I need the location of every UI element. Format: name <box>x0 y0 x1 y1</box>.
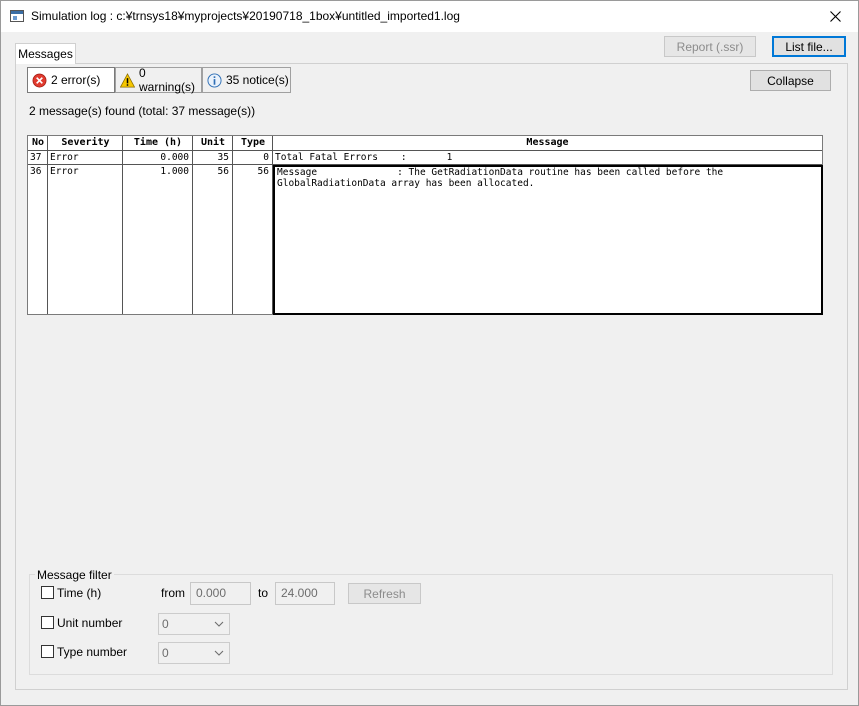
row-severity: Error <box>50 152 79 163</box>
row-no: 37 <box>30 152 42 163</box>
errors-filter-label: 2 error(s) <box>51 73 101 87</box>
notices-filter-label: 35 notice(s) <box>226 73 289 87</box>
row-severity: Error <box>50 166 79 177</box>
time-from-input[interactable]: 0.000 <box>190 582 251 605</box>
type-filter-label[interactable]: Type number <box>57 645 127 659</box>
list-file-button[interactable]: List file... <box>772 36 846 57</box>
messages-table: No Severity Time (h) Unit Type Message 3… <box>27 135 823 315</box>
messages-found-summary: 2 message(s) found (total: 37 message(s)… <box>29 104 256 118</box>
window-title: Simulation log : c:¥trnsys18¥myprojects¥… <box>31 9 460 23</box>
message-filter-legend: Message filter <box>35 568 114 582</box>
close-icon <box>829 11 841 22</box>
row-unit: 56 <box>217 166 229 177</box>
column-header-severity[interactable]: Severity <box>48 136 123 151</box>
info-icon <box>207 72 222 88</box>
error-icon <box>32 73 47 87</box>
time-filter-label[interactable]: Time (h) <box>57 586 101 600</box>
from-label: from <box>161 586 185 600</box>
notices-filter-tab[interactable]: 35 notice(s) <box>202 67 291 93</box>
row-unit: 35 <box>217 152 229 163</box>
errors-filter-tab[interactable]: 2 error(s) <box>27 67 115 93</box>
time-to-input[interactable]: 24.000 <box>275 582 335 605</box>
row-time: 0.000 <box>160 152 189 163</box>
column-header-type[interactable]: Type <box>233 136 273 151</box>
type-number-value: 0 <box>162 646 169 660</box>
title-bar: Simulation log : c:¥trnsys18¥myprojects¥… <box>1 1 858 32</box>
unit-filter-checkbox[interactable] <box>41 616 54 629</box>
unit-number-value: 0 <box>162 617 169 631</box>
simulation-log-window: Simulation log : c:¥trnsys18¥myprojects¥… <box>0 0 859 706</box>
type-filter-checkbox[interactable] <box>41 645 54 658</box>
column-header-message[interactable]: Message <box>273 136 822 151</box>
row-type: 0 <box>263 152 269 163</box>
warnings-filter-label: 0 warning(s) <box>139 66 196 94</box>
unit-number-select[interactable]: 0 <box>158 613 230 635</box>
column-header-no[interactable]: No <box>28 136 48 151</box>
selected-message-cell[interactable]: Message : The GetRadiationData routine h… <box>273 165 823 315</box>
warning-icon <box>120 72 135 87</box>
chevron-down-icon <box>211 614 227 634</box>
warnings-filter-tab[interactable]: 0 warning(s) <box>115 66 202 94</box>
unit-filter-label[interactable]: Unit number <box>57 616 122 630</box>
app-icon <box>10 10 24 22</box>
row-type: 56 <box>257 166 269 177</box>
refresh-button[interactable]: Refresh <box>348 583 421 604</box>
tab-messages[interactable]: Messages <box>15 43 76 64</box>
column-header-unit[interactable]: Unit <box>193 136 233 151</box>
collapse-button[interactable]: Collapse <box>750 70 831 91</box>
close-button[interactable] <box>812 1 858 32</box>
type-number-select[interactable]: 0 <box>158 642 230 664</box>
row-time: 1.000 <box>160 166 189 177</box>
row-message: Message : The GetRadiationData routine h… <box>277 167 729 189</box>
column-header-time[interactable]: Time (h) <box>123 136 193 151</box>
row-no: 36 <box>30 166 42 177</box>
row-message: Total Fatal Errors : 1 <box>275 152 453 163</box>
report-button[interactable]: Report (.ssr) <box>664 36 756 57</box>
message-filter-group <box>29 574 833 675</box>
to-label: to <box>258 586 269 600</box>
chevron-down-icon <box>211 643 227 663</box>
time-filter-checkbox[interactable] <box>41 586 54 599</box>
